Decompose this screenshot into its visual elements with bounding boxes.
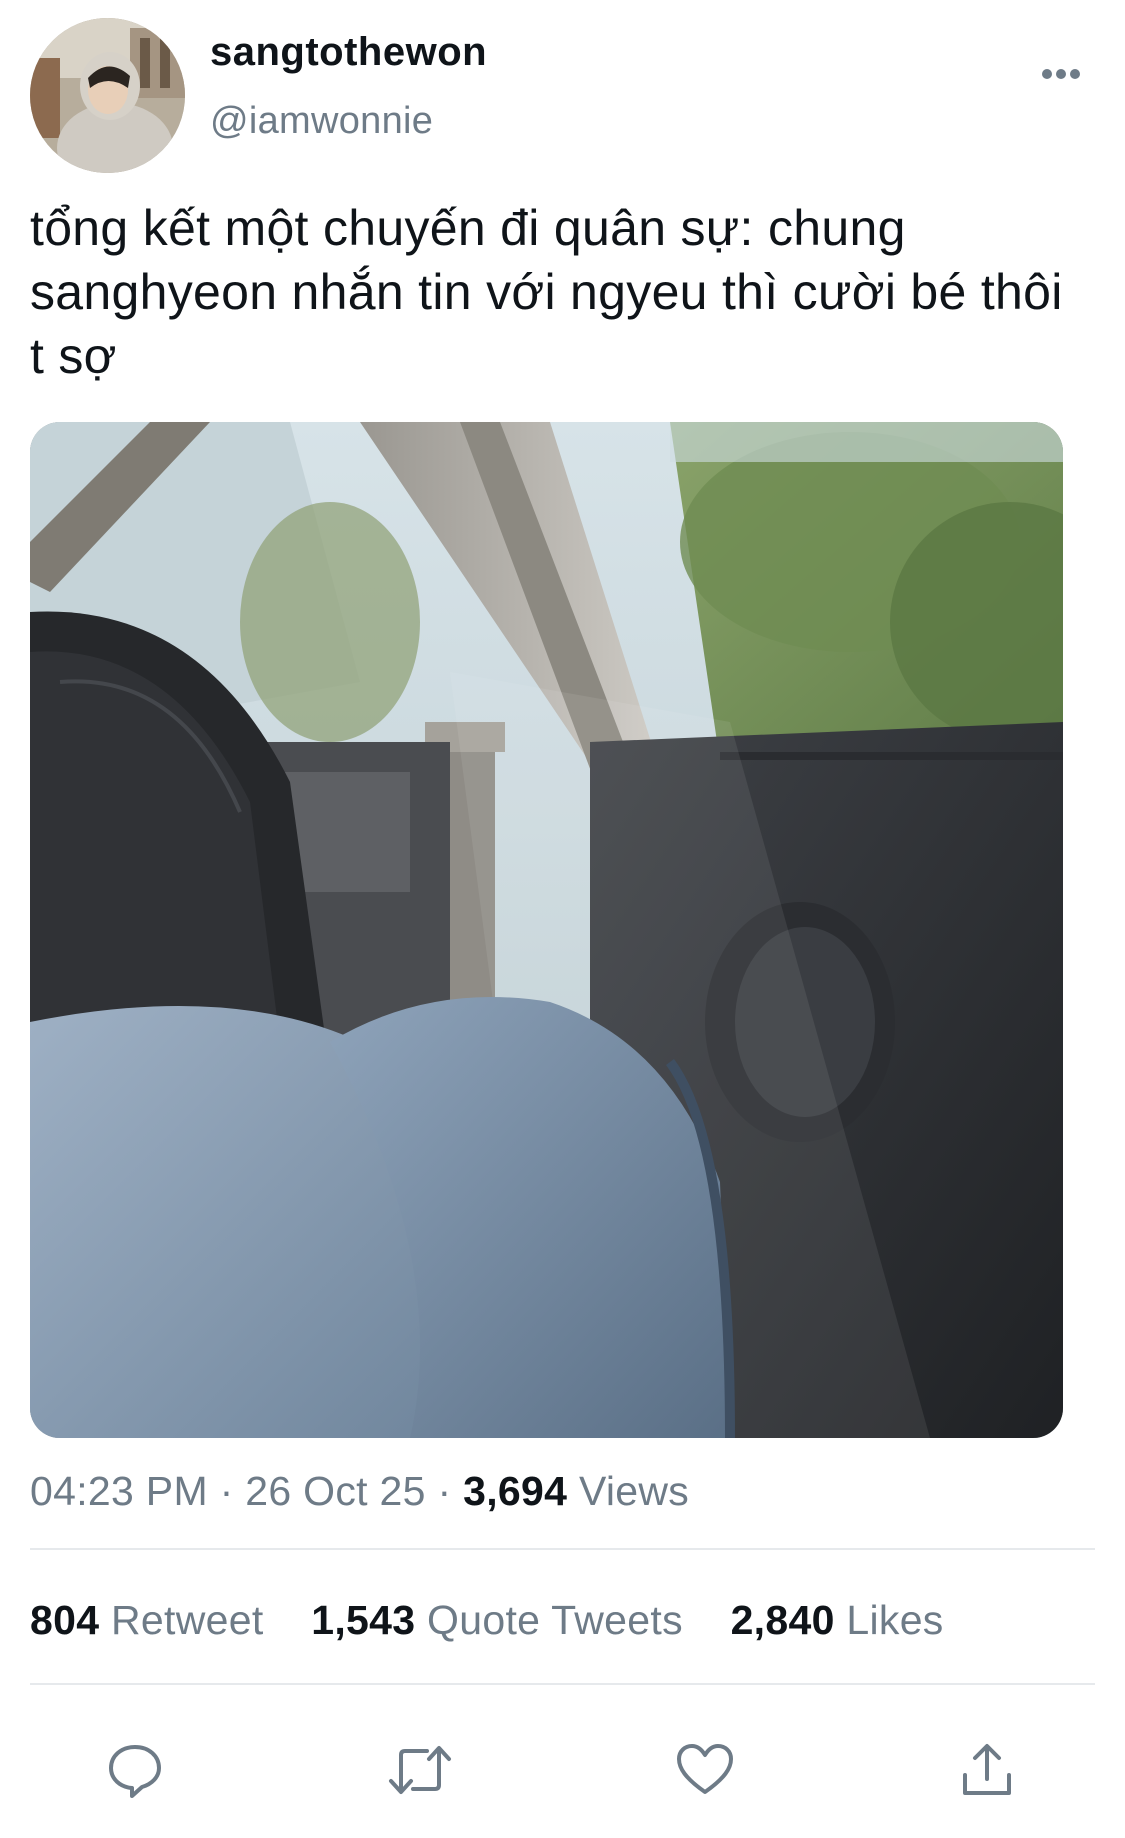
more-horizontal-icon — [1042, 69, 1080, 79]
tweet-text: tổng kết một chuyến đi quân sự: chung sa… — [30, 200, 1077, 384]
retweets-stat[interactable]: 804 Retweet — [30, 1597, 264, 1644]
heart-icon — [677, 1744, 733, 1794]
user-handle[interactable]: @iamwonnie — [210, 100, 433, 143]
quote-tweets-count: 1,543 — [311, 1597, 416, 1643]
likes-label: Likes — [846, 1597, 944, 1643]
tweet-meta: 04:23 PM · 26 Oct 25 · 3,694 Views — [30, 1468, 689, 1515]
retweets-count: 804 — [30, 1597, 100, 1643]
quote-tweets-label: Quote Tweets — [427, 1597, 683, 1643]
tweet-header: sangtothewon @iamwonnie — [30, 18, 1095, 174]
meta-separator: · — [219, 1468, 234, 1514]
retweet-button[interactable] — [380, 1730, 460, 1810]
reply-button[interactable] — [95, 1730, 175, 1810]
share-button[interactable] — [947, 1730, 1027, 1810]
car-interior-image — [30, 422, 1063, 1438]
divider — [30, 1548, 1095, 1550]
like-button[interactable] — [665, 1730, 745, 1810]
share-icon — [963, 1744, 1011, 1795]
more-options-button[interactable] — [1033, 54, 1089, 94]
retweets-label: Retweet — [111, 1597, 264, 1643]
views-label: Views — [578, 1468, 690, 1514]
tweet-actions — [0, 1730, 1125, 1810]
divider — [30, 1683, 1095, 1685]
tweet-stats: 804 Retweet 1,543 Quote Tweets 2,840 Lik… — [30, 1597, 980, 1644]
display-name[interactable]: sangtothewon — [210, 30, 487, 75]
likes-count: 2,840 — [730, 1597, 835, 1643]
quote-tweets-stat[interactable]: 1,543 Quote Tweets — [311, 1597, 683, 1644]
views-count: 3,694 — [463, 1468, 568, 1514]
retweet-icon — [389, 1746, 451, 1794]
tweet-time[interactable]: 04:23 PM — [30, 1468, 208, 1514]
reply-icon — [109, 1745, 161, 1798]
avatar-image — [30, 18, 185, 173]
likes-stat[interactable]: 2,840 Likes — [731, 1597, 944, 1644]
avatar[interactable] — [30, 18, 185, 173]
meta-separator: · — [437, 1468, 452, 1514]
tweet-date[interactable]: 26 Oct 25 — [245, 1468, 425, 1514]
tweet-photo[interactable] — [30, 422, 1063, 1438]
